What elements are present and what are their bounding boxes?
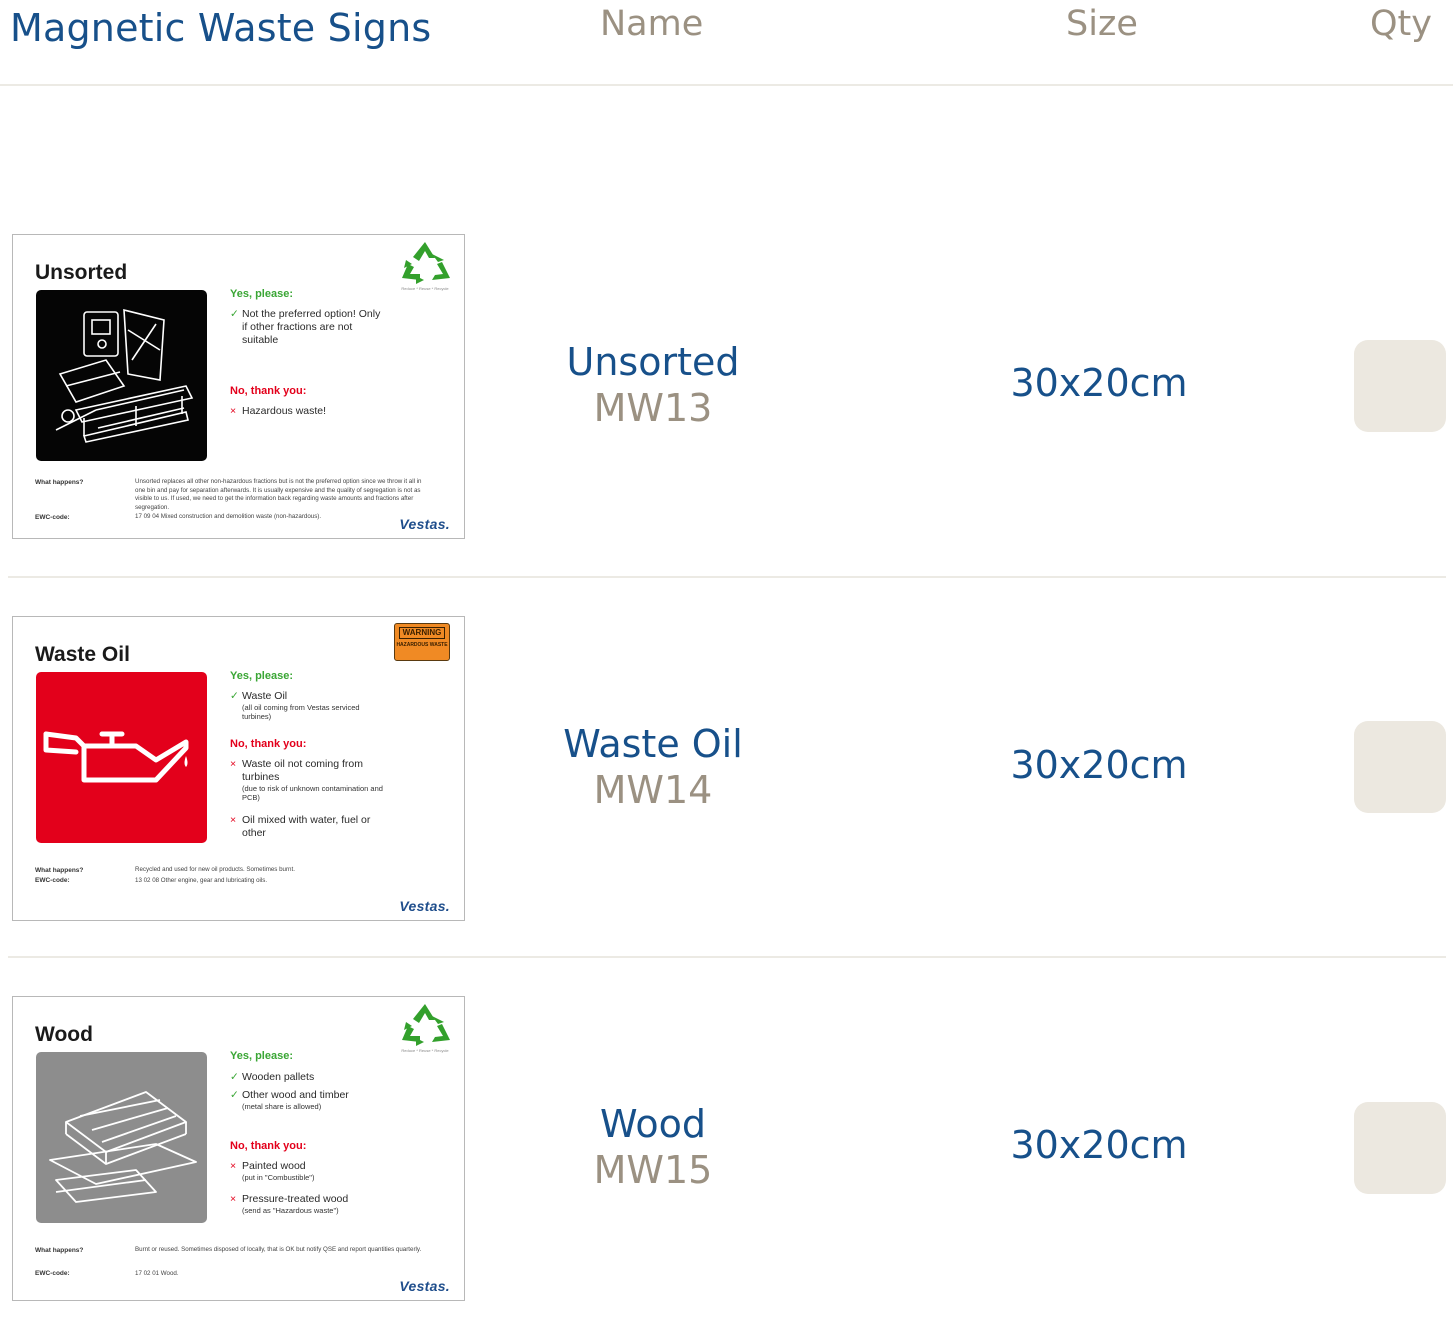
product-size: 30x20cm xyxy=(1010,743,1188,787)
product-name-cell: Waste Oil MW14 xyxy=(528,721,778,813)
wooden-pallet-pictogram-icon xyxy=(36,1052,207,1223)
sign-what-text: Burnt or reused. Sometimes disposed of l… xyxy=(135,1246,422,1253)
mixed-waste-pictogram-icon xyxy=(36,290,207,461)
recycle-icon: Reduce * Reuse * Recycle xyxy=(398,1002,452,1058)
product-name: Unsorted xyxy=(566,340,740,384)
sign-title: Unsorted xyxy=(35,261,128,284)
product-image-sign-waste-oil[interactable]: Waste Oil WARNING HAZARDOUS WASTE Yes, p… xyxy=(12,616,465,921)
sign-ewc-text: 17 02 01 Wood. xyxy=(135,1270,179,1277)
sign-yes-item: ✓ Other wood and timber (metal share is al… xyxy=(230,1089,349,1111)
sign-ewc-label: EWC-code: xyxy=(35,1270,70,1277)
sign-no-heading: No, thank you: xyxy=(230,385,307,397)
sign-ewc-label: EWC-code: xyxy=(35,514,70,521)
qty-input[interactable] xyxy=(1354,340,1446,432)
product-code: MW15 xyxy=(593,1148,713,1192)
product-code: MW14 xyxy=(593,768,713,812)
sign-what-text: Unsorted replaces all other non-hazardou… xyxy=(135,478,422,511)
sign-yes-item: ✓ Waste Oil (all oil coming from Vestas se… xyxy=(230,690,360,721)
hazard-warning-icon: WARNING HAZARDOUS WASTE xyxy=(394,623,450,661)
product-name-cell: Wood MW15 xyxy=(528,1101,778,1193)
sign-no-heading: No, thank you: xyxy=(230,1140,307,1152)
sign-what-label: What happens? xyxy=(35,1247,84,1254)
sign-what-label: What happens? xyxy=(35,479,84,486)
sign-yes-heading: Yes, please: xyxy=(230,670,293,682)
sign-ewc-text: 13 02 08 Other engine, gear and lubricat… xyxy=(135,877,268,884)
sign-no-item: × Waste oil not coming from turbines (due … xyxy=(230,758,383,802)
product-row: Unsorted Reduce * Reuse * Recycle Yes, p… xyxy=(8,86,1446,578)
sign-what-label: What happens? xyxy=(35,867,84,874)
sign-what-text: Recycled and used for new oil products. … xyxy=(135,866,295,873)
sign-ewc-text: 17 09 04 Mixed construction and demoliti… xyxy=(135,513,322,520)
product-size: 30x20cm xyxy=(1010,1123,1188,1167)
oil-can-pictogram-icon xyxy=(36,672,207,843)
vestas-logo: Vestas. xyxy=(399,1278,450,1294)
sign-no-item: × Hazardous waste! xyxy=(230,405,327,417)
product-code: MW13 xyxy=(593,386,713,430)
sign-no-heading: No, thank you: xyxy=(230,738,307,750)
sign-title: Waste Oil xyxy=(35,643,130,666)
vestas-logo: Vestas. xyxy=(399,898,450,914)
sign-no-item: × Painted wood (put in "Combustible") xyxy=(230,1160,315,1182)
product-size: 30x20cm xyxy=(1010,361,1188,405)
recycle-icon: Reduce * Reuse * Recycle xyxy=(398,240,452,296)
sign-yes-heading: Yes, please: xyxy=(230,288,293,300)
product-name-cell: Unsorted MW13 xyxy=(528,339,778,431)
product-image-sign-wood[interactable]: Wood Reduce * Reuse * Recycle Yes, pleas… xyxy=(12,996,465,1301)
page-title: Magnetic Waste Signs xyxy=(10,6,432,50)
column-header-qty: Qty xyxy=(1370,4,1432,44)
product-name: Waste Oil xyxy=(563,722,743,766)
sign-yes-item: ✓ Not the preferred option! Only if other… xyxy=(230,308,381,346)
sign-no-item: × Pressure-treated wood (send as "Hazardou… xyxy=(230,1193,349,1215)
qty-input[interactable] xyxy=(1354,721,1446,813)
qty-input[interactable] xyxy=(1354,1102,1446,1194)
product-image-sign-unsorted[interactable]: Unsorted Reduce * Reuse * Recycle Yes, p… xyxy=(12,234,465,539)
sign-ewc-label: EWC-code: xyxy=(35,877,70,884)
sign-title: Wood xyxy=(35,1023,93,1046)
product-row: Wood Reduce * Reuse * Recycle Yes, pleas… xyxy=(8,958,1446,1328)
sign-yes-item: ✓ Wooden pallets xyxy=(230,1071,315,1083)
table-header: Magnetic Waste Signs Name Size Qty xyxy=(0,0,1453,86)
column-header-size: Size xyxy=(1066,4,1138,44)
sign-yes-heading: Yes, please: xyxy=(230,1050,293,1062)
product-row: Waste Oil WARNING HAZARDOUS WASTE Yes, p… xyxy=(8,578,1446,958)
column-header-name: Name xyxy=(600,4,704,44)
sign-no-item: × Oil mixed with water, fuel or other xyxy=(230,814,371,839)
product-name: Wood xyxy=(600,1102,706,1146)
vestas-logo: Vestas. xyxy=(399,516,450,532)
